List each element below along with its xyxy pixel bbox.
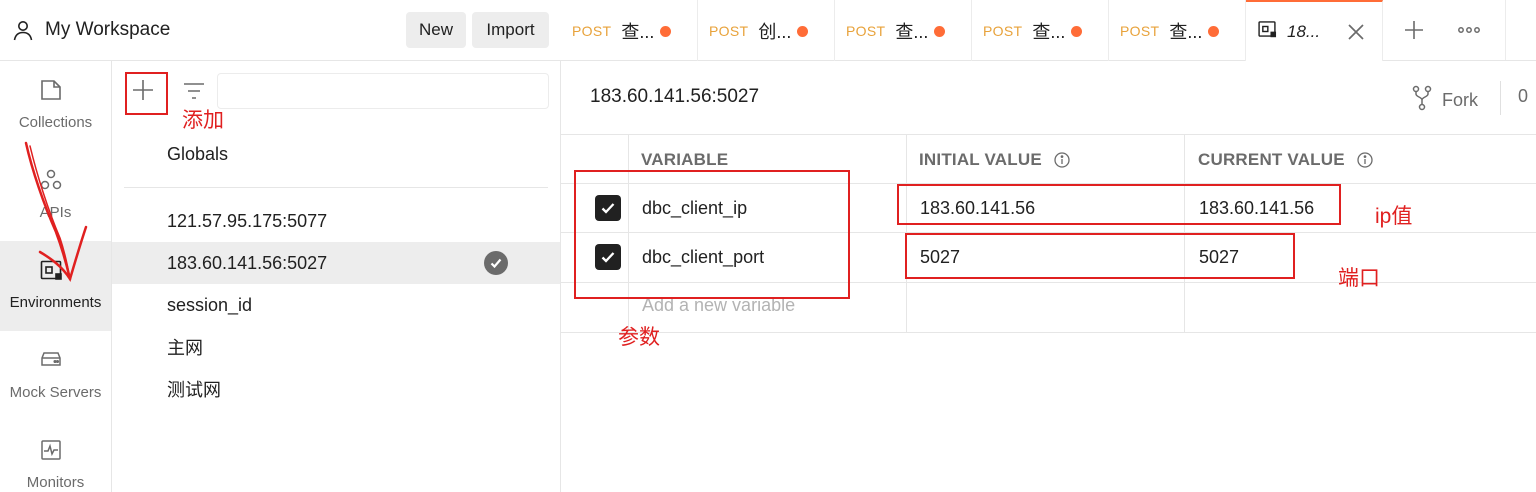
unsaved-dot-icon bbox=[1071, 26, 1082, 37]
request-tab[interactable]: POST 创... bbox=[698, 0, 835, 61]
unsaved-dot-icon bbox=[797, 26, 808, 37]
column-header-label: CURRENT VALUE bbox=[1198, 150, 1345, 169]
annotation-port: 端口 bbox=[1338, 267, 1380, 290]
unsaved-dot-icon bbox=[660, 26, 671, 37]
tab-name: 查... bbox=[1032, 21, 1066, 42]
info-icon[interactable] bbox=[1054, 152, 1070, 168]
tab-name: 18... bbox=[1287, 21, 1321, 41]
unsaved-dot-icon bbox=[934, 26, 945, 37]
annotation-ip-value: ip值 bbox=[1375, 205, 1413, 228]
environment-item[interactable]: 测试网 bbox=[112, 368, 560, 410]
divider bbox=[1505, 0, 1506, 60]
tab-name: 查... bbox=[1169, 21, 1203, 42]
request-tab[interactable]: POST 查... bbox=[561, 0, 698, 61]
environment-name: 121.57.95.175:5077 bbox=[167, 210, 328, 231]
environment-item[interactable]: session_id bbox=[112, 284, 560, 326]
environment-item-selected[interactable]: 183.60.141.56:5027 bbox=[112, 242, 560, 284]
annotation-box-port bbox=[905, 233, 1295, 279]
environment-name: 测试网 bbox=[167, 380, 221, 400]
environment-name: 主网 bbox=[167, 338, 203, 358]
fork-button[interactable]: Fork bbox=[1410, 85, 1478, 116]
monitors-icon bbox=[39, 438, 63, 462]
environment-item[interactable]: 121.57.95.175:5077 bbox=[112, 200, 560, 242]
filter-icon[interactable] bbox=[182, 79, 206, 103]
import-button[interactable]: Import bbox=[472, 12, 549, 48]
tab-name: 查... bbox=[621, 21, 655, 42]
environment-name: session_id bbox=[167, 294, 253, 315]
active-check-icon[interactable] bbox=[484, 251, 508, 275]
tab-method: POST bbox=[572, 22, 612, 39]
divider bbox=[124, 187, 548, 188]
environment-name: 183.60.141.56:5027 bbox=[167, 252, 328, 273]
request-tab[interactable]: POST 查... bbox=[972, 0, 1109, 61]
tab-method: POST bbox=[709, 22, 749, 39]
annotation-params: 参数 bbox=[618, 326, 660, 349]
annotation-box-add bbox=[125, 72, 168, 115]
globals-item[interactable]: Globals bbox=[167, 144, 228, 165]
fork-icon bbox=[1410, 85, 1434, 116]
mock-servers-icon bbox=[39, 348, 63, 372]
tab-method: POST bbox=[1120, 22, 1160, 39]
column-header-initial-value: INITIAL VALUE bbox=[919, 150, 1070, 170]
annotation-box-ip bbox=[897, 184, 1341, 225]
sidebar-item-label: Monitors bbox=[26, 474, 85, 491]
tab-name: 创... bbox=[758, 21, 792, 42]
column-header-label: INITIAL VALUE bbox=[919, 150, 1042, 169]
environment-search-input[interactable] bbox=[217, 73, 549, 109]
tab-name: 查... bbox=[895, 21, 929, 42]
info-icon[interactable] bbox=[1357, 152, 1373, 168]
tab-method: POST bbox=[983, 22, 1023, 39]
fork-count: 0 bbox=[1518, 86, 1529, 106]
fork-label: Fork bbox=[1442, 90, 1478, 110]
new-button[interactable]: New bbox=[406, 12, 466, 48]
divider bbox=[1500, 81, 1501, 115]
table-border bbox=[561, 134, 1536, 135]
request-tabs-bar: POST 查... POST 创... POST 查... POST 查... … bbox=[561, 0, 1536, 61]
sidebar-item-monitors[interactable]: Monitors bbox=[0, 421, 111, 492]
environment-tab-active[interactable]: 18... bbox=[1246, 0, 1383, 61]
request-tab[interactable]: POST 查... bbox=[835, 0, 972, 61]
column-header-current-value: CURRENT VALUE bbox=[1198, 150, 1373, 170]
environment-item[interactable]: 主网 bbox=[112, 326, 560, 368]
column-header-label: VARIABLE bbox=[641, 150, 729, 169]
environment-list-panel: Globals 121.57.95.175:5077 183.60.141.56… bbox=[112, 61, 561, 492]
close-icon[interactable] bbox=[1346, 22, 1366, 42]
annotation-add: 添加 bbox=[182, 109, 224, 132]
new-tab-plus-icon[interactable] bbox=[1402, 18, 1426, 42]
more-options-icon[interactable] bbox=[1457, 20, 1481, 40]
table-border bbox=[561, 332, 1536, 333]
sidebar-item-label: Mock Servers bbox=[9, 384, 102, 401]
unsaved-dot-icon bbox=[1208, 26, 1219, 37]
column-header-variable: VARIABLE bbox=[641, 150, 728, 170]
environment-title[interactable]: 183.60.141.56:5027 bbox=[590, 86, 759, 108]
tab-method: POST bbox=[846, 22, 886, 39]
annotation-box-params bbox=[574, 170, 850, 299]
annotation-arrow bbox=[24, 141, 88, 283]
request-tab[interactable]: POST 查... bbox=[1109, 0, 1246, 61]
environment-tab-icon bbox=[1257, 19, 1277, 44]
sidebar-item-mock-servers[interactable]: Mock Servers bbox=[0, 331, 111, 421]
